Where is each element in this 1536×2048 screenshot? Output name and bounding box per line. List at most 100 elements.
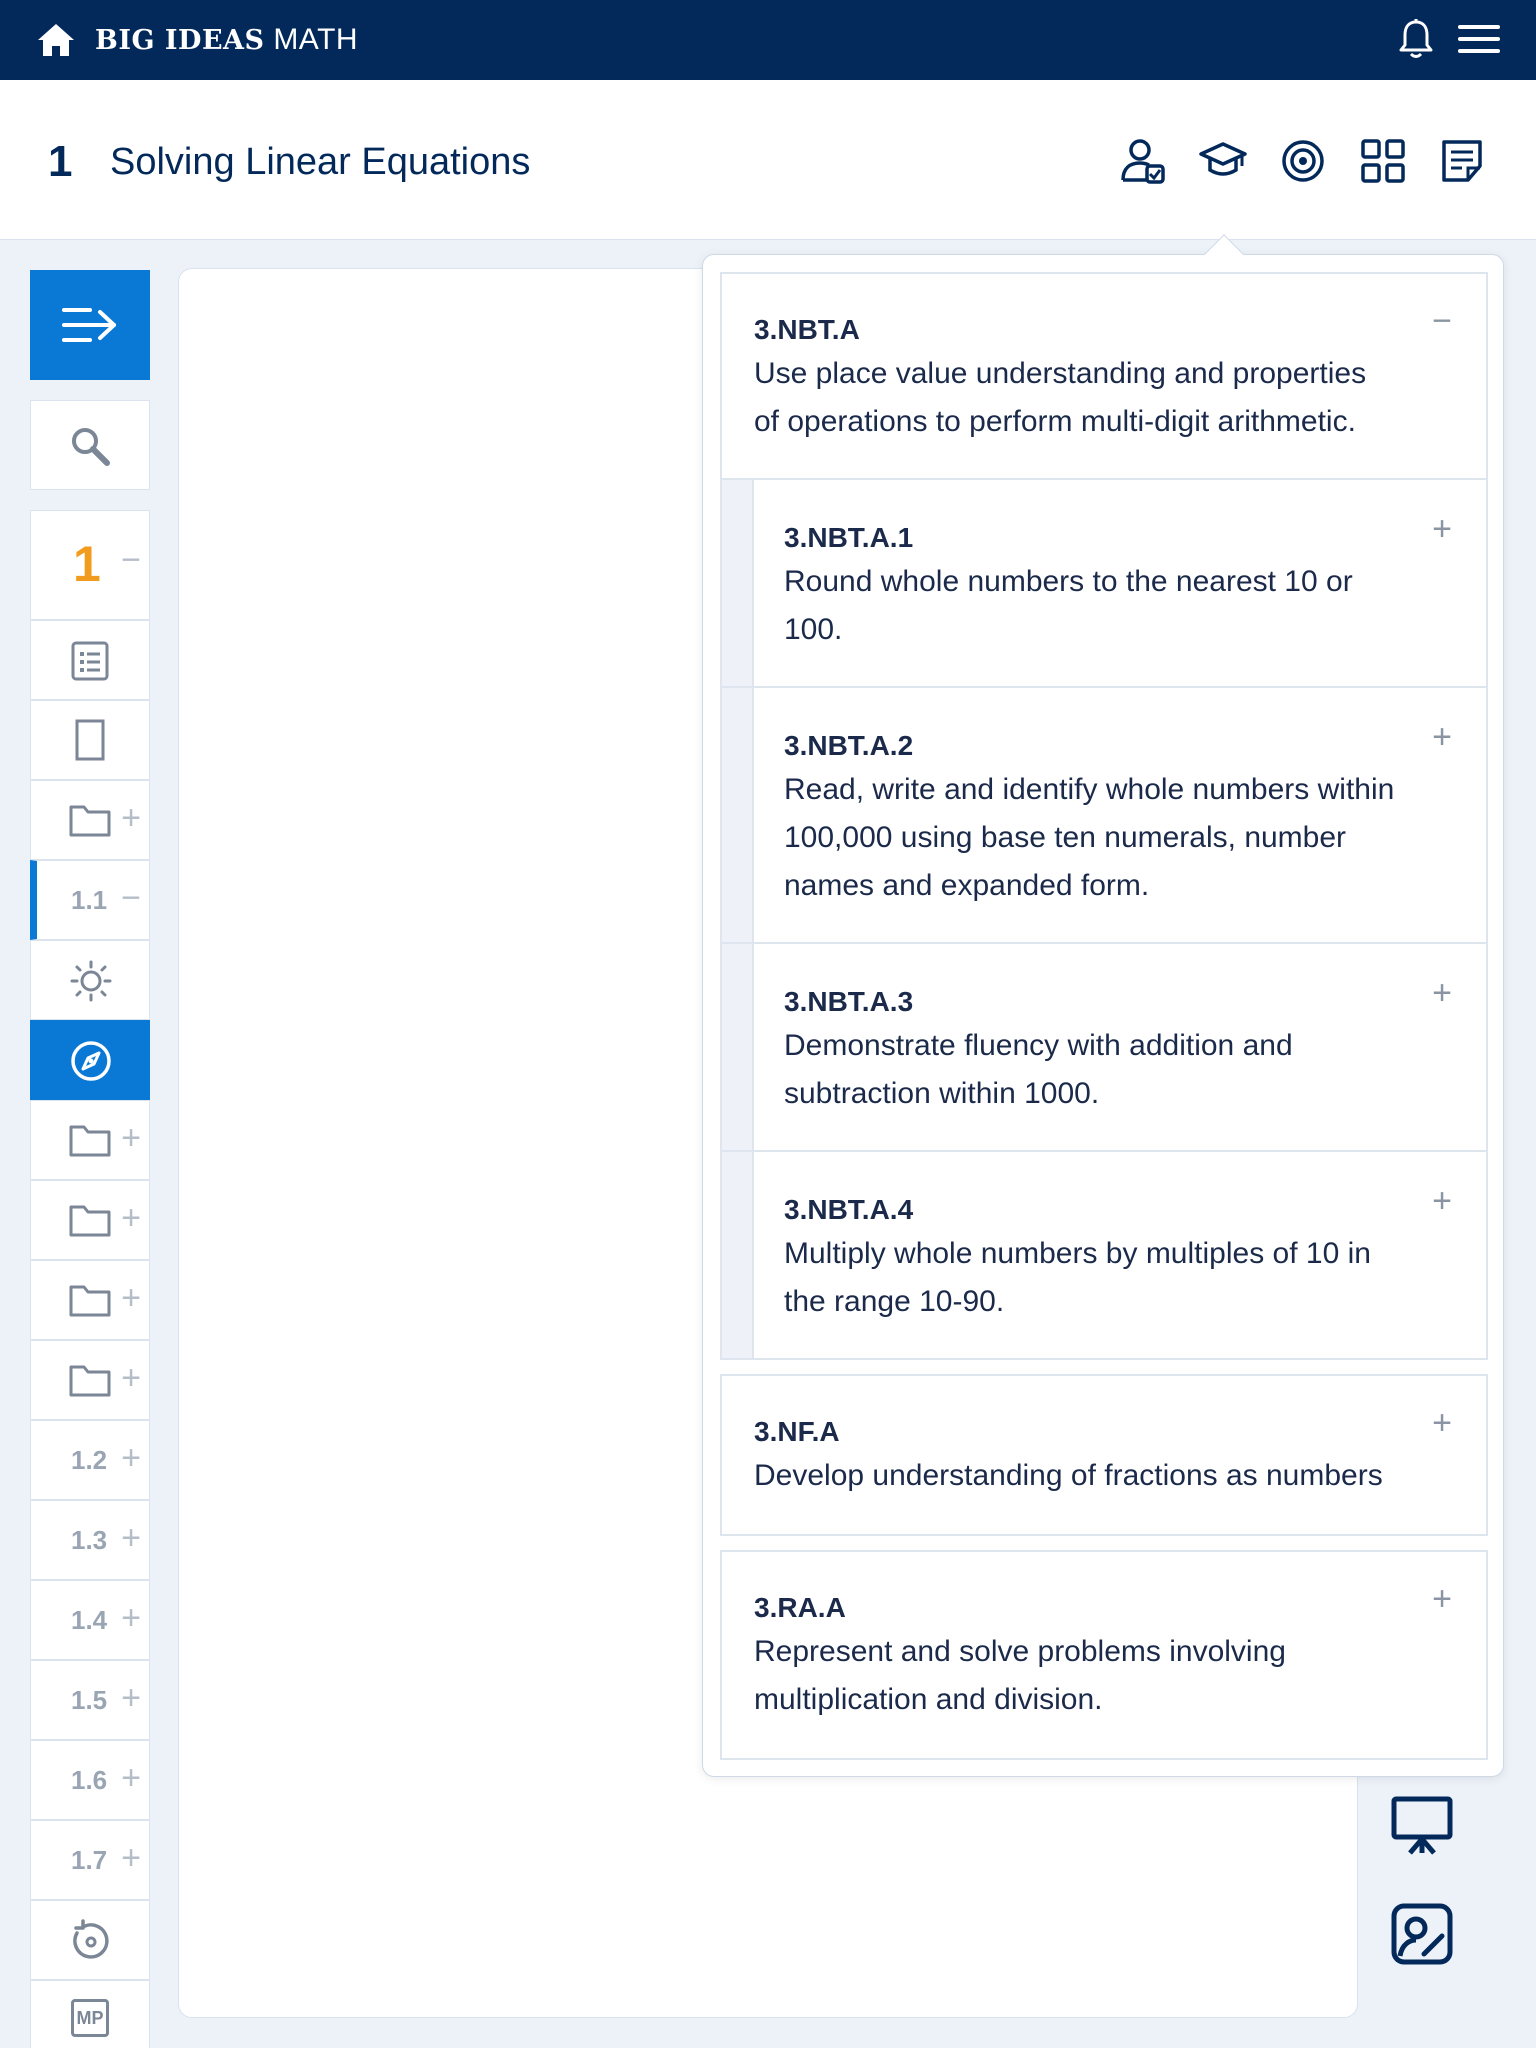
expand-plus-icon: +	[121, 1199, 141, 1237]
hamburger-menu-icon[interactable]	[1458, 22, 1500, 56]
sidebar-item-folder[interactable]: +	[30, 1260, 150, 1340]
sidebar-item-folder[interactable]: +	[30, 1180, 150, 1260]
brand-bold: BIG IDEAS	[95, 25, 265, 56]
sidebar-section-1-4[interactable]: 1.4 +	[30, 1580, 150, 1660]
sidebar-section-label: 1.6	[71, 1765, 108, 1795]
sidebar-section-1-2[interactable]: 1.2 +	[30, 1420, 150, 1500]
standard-description: Represent and solve problems involving m…	[754, 1635, 1286, 1716]
expand-plus-icon[interactable]: +	[1432, 1580, 1452, 1619]
sidebar-section-label: 1.7	[71, 1845, 108, 1875]
sidebar-item-warmup[interactable]	[30, 940, 150, 1020]
standard-code: 3.NBT.A	[754, 314, 860, 345]
standard-subitem-3-nbt-a-2[interactable]: 3.NBT.A.2 Read, write and identify whole…	[720, 686, 1488, 944]
folder-icon	[69, 1365, 111, 1397]
expand-plus-icon: +	[121, 1359, 141, 1397]
expand-plus-icon[interactable]: +	[1432, 1182, 1452, 1221]
sidebar-item-page[interactable]	[30, 700, 150, 780]
sidebar-section-label: 1.1	[71, 885, 108, 915]
sidebar-chapter-item[interactable]: 1 −	[30, 510, 150, 620]
sun-icon	[70, 960, 112, 1002]
search-icon	[72, 428, 110, 466]
expand-plus-icon[interactable]: +	[1432, 974, 1452, 1013]
standard-group-3-nf-a[interactable]: 3.NF.A Develop understanding of fraction…	[720, 1374, 1488, 1536]
sidebar-item-folder[interactable]: +	[30, 1100, 150, 1180]
list-document-icon	[71, 641, 109, 681]
standard-code: 3.NBT.A.2	[784, 730, 914, 761]
mp-badge-icon: MP	[71, 1999, 109, 2037]
standard-description: Demonstrate fluency with addition and su…	[784, 1029, 1293, 1110]
sidebar-item-folder[interactable]: +	[30, 780, 150, 860]
standard-description: Round whole numbers to the nearest 10 or…	[784, 565, 1353, 646]
sidebar-section-label: 1.5	[71, 1685, 108, 1715]
chapter-header: 1 Solving Linear Equations	[0, 80, 1536, 240]
sidebar-item-review[interactable]	[30, 1900, 150, 1980]
sidebar-section-label: 1.4	[71, 1605, 108, 1635]
standard-subitem-3-nbt-a-3[interactable]: 3.NBT.A.3 Demonstrate fluency with addit…	[720, 942, 1488, 1152]
standard-description: Multiply whole numbers by multiples of 1…	[784, 1237, 1371, 1318]
sidebar-chapter-number: 1	[73, 536, 101, 592]
standard-code: 3.RA.A	[754, 1592, 846, 1623]
notes-icon[interactable]	[1438, 136, 1488, 186]
sidebar-section-1-6[interactable]: 1.6 +	[30, 1740, 150, 1820]
standard-subitem-3-nbt-a-4[interactable]: 3.NBT.A.4 Multiply whole numbers by mult…	[720, 1150, 1488, 1360]
page-icon	[75, 719, 105, 761]
expand-plus-icon: +	[121, 1439, 141, 1477]
sidebar-section-1-3[interactable]: 1.3 +	[30, 1500, 150, 1580]
graduation-cap-icon[interactable]	[1198, 136, 1248, 186]
sidebar-section-1-1[interactable]: 1.1 −	[30, 860, 150, 940]
expand-plus-icon: +	[121, 1759, 141, 1797]
home-icon[interactable]	[36, 22, 76, 58]
sidebar-section-1-7[interactable]: 1.7 +	[30, 1820, 150, 1900]
indent-rail	[722, 688, 754, 942]
expand-plus-icon: +	[121, 1679, 141, 1717]
student-check-icon[interactable]	[1118, 136, 1168, 186]
notification-bell-icon[interactable]	[1396, 18, 1436, 60]
standard-code: 3.NF.A	[754, 1416, 840, 1447]
sidebar-section-label: 1.3	[71, 1525, 108, 1555]
expand-plus-icon[interactable]: +	[1432, 1404, 1452, 1443]
edit-profile-icon[interactable]	[1390, 1902, 1454, 1966]
standard-group-3-nbt-a[interactable]: 3.NBT.A Use place value understanding an…	[720, 272, 1488, 480]
chapter-number: 1	[48, 137, 73, 186]
review-cycle-icon	[73, 1919, 109, 1959]
target-icon[interactable]	[1278, 136, 1328, 186]
sidebar-section-label: 1.2	[71, 1445, 108, 1475]
top-nav-bar: BIG IDEAS MATH	[0, 0, 1536, 80]
sidebar-item-folder[interactable]: +	[30, 1340, 150, 1420]
standard-subitem-3-nbt-a-1[interactable]: 3.NBT.A.1 Round whole numbers to the nea…	[720, 478, 1488, 688]
standard-code: 3.NBT.A.3	[784, 986, 914, 1017]
expand-plus-icon: +	[121, 1119, 141, 1157]
folder-icon	[69, 1205, 111, 1237]
brand-logo-text[interactable]: BIG IDEAS MATH	[95, 22, 358, 59]
standard-group-3-ra-a[interactable]: 3.RA.A Represent and solve problems invo…	[720, 1550, 1488, 1760]
sidebar-search-button[interactable]	[30, 400, 150, 490]
collapse-minus-icon: −	[121, 879, 141, 917]
expand-plus-icon: +	[121, 1839, 141, 1877]
collapse-minus-icon[interactable]: −	[1432, 302, 1452, 341]
sidebar-toggle-button[interactable]	[30, 270, 150, 380]
chapter-title: Solving Linear Equations	[110, 141, 531, 183]
sidebar-item-mathematical-practices[interactable]: MP	[30, 1980, 150, 2048]
folder-icon	[69, 805, 111, 837]
standard-description: Use place value understanding and proper…	[754, 357, 1367, 438]
expand-plus-icon: +	[121, 1519, 141, 1557]
collapse-arrow-icon	[62, 308, 116, 342]
standard-description: Read, write and identify whole numbers w…	[784, 773, 1395, 902]
brand-rest: MATH	[264, 23, 359, 56]
standard-description: Develop understanding of fractions as nu…	[754, 1459, 1383, 1492]
expand-plus-icon[interactable]: +	[1432, 510, 1452, 549]
standard-code: 3.NBT.A.4	[784, 1194, 914, 1225]
folder-icon	[69, 1125, 111, 1157]
expand-plus-icon[interactable]: +	[1432, 718, 1452, 757]
sidebar-section-1-5[interactable]: 1.5 +	[30, 1660, 150, 1740]
sidebar-item-list[interactable]	[30, 620, 150, 700]
expand-plus-icon: +	[121, 799, 141, 837]
presentation-icon[interactable]	[1390, 1795, 1454, 1859]
sidebar-item-explore[interactable]	[30, 1020, 150, 1100]
expand-plus-icon: +	[121, 1279, 141, 1317]
folder-icon	[69, 1285, 111, 1317]
grid-view-icon[interactable]	[1358, 136, 1408, 186]
standard-code: 3.NBT.A.1	[784, 522, 914, 553]
indent-rail	[722, 944, 754, 1150]
compass-icon	[71, 1041, 111, 1081]
